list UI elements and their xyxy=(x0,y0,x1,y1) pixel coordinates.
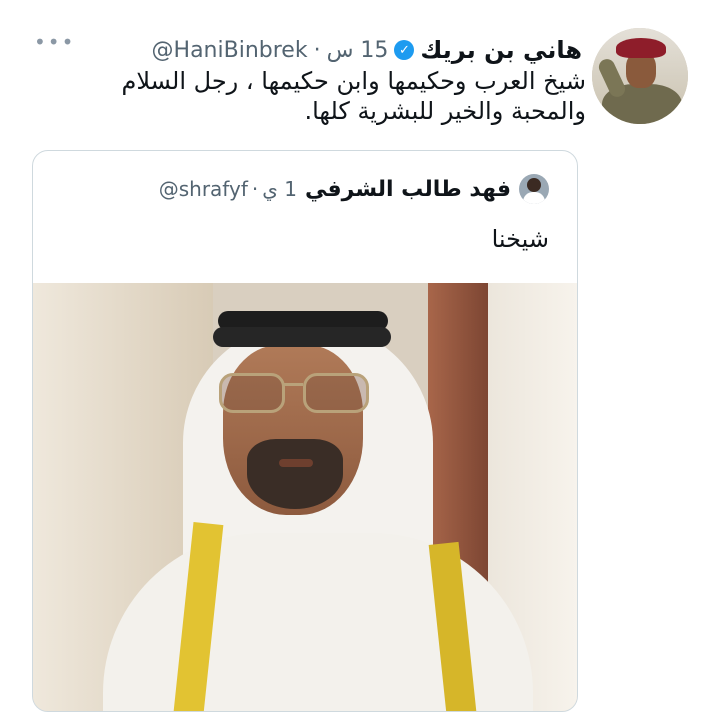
quoted-author-display-name[interactable]: فهد طالب الشرفي xyxy=(305,177,511,202)
tweet-text-line: شيخ العرب وحكيمها وابن حكيمها ، رجل السل… xyxy=(121,67,586,95)
photo-mouth xyxy=(279,459,313,467)
photo-lens-left xyxy=(219,373,285,413)
quoted-tweet-meta: @shrafyf · 1 ي xyxy=(159,177,297,201)
photo-beard xyxy=(247,439,343,509)
quoted-tweet-photo[interactable] xyxy=(33,283,577,711)
tweet-header: هاني بن بريك ✓ @HaniBinbrek · 15 س xyxy=(152,34,582,66)
photo-sunglasses xyxy=(219,373,369,413)
quoted-author-handle[interactable]: @shrafyf xyxy=(159,177,248,201)
photo-glasses-bridge xyxy=(282,383,303,386)
quoted-tweet-header: فهد طالب الشرفي @shrafyf · 1 ي xyxy=(159,173,549,205)
quoted-tweet-text: شيخنا xyxy=(491,225,549,253)
author-handle[interactable]: @HaniBinbrek xyxy=(152,38,308,63)
more-options-icon[interactable]: ••• xyxy=(34,30,75,54)
tweet-timestamp[interactable]: 15 س xyxy=(327,38,389,63)
quoted-avatar-head xyxy=(527,178,541,192)
tweet-meta: @HaniBinbrek · 15 س xyxy=(152,38,389,63)
tweet-text: شيخ العرب وحكيمها وابن حكيمها ، رجل السل… xyxy=(66,66,586,126)
quoted-author-avatar[interactable] xyxy=(519,174,549,204)
author-avatar[interactable] xyxy=(592,28,688,124)
photo-lens-right xyxy=(303,373,369,413)
verified-badge-icon: ✓ xyxy=(394,40,415,60)
tweet-text-line: والمحبة والخير للبشرية كلها. xyxy=(304,97,586,125)
photo-agal-bottom xyxy=(213,327,391,347)
tweet[interactable]: هاني بن بريك ✓ @HaniBinbrek · 15 س ••• ش… xyxy=(0,0,720,712)
meta-separator: · xyxy=(313,37,321,63)
author-display-name[interactable]: هاني بن بريك xyxy=(420,36,582,64)
quoted-avatar-body xyxy=(523,192,545,204)
quoted-tweet-timestamp[interactable]: 1 ي xyxy=(262,177,297,201)
quoted-meta-separator: · xyxy=(251,177,259,201)
quoted-tweet-card[interactable]: فهد طالب الشرفي @shrafyf · 1 ي شيخنا xyxy=(32,150,578,712)
avatar-beret xyxy=(616,38,666,58)
